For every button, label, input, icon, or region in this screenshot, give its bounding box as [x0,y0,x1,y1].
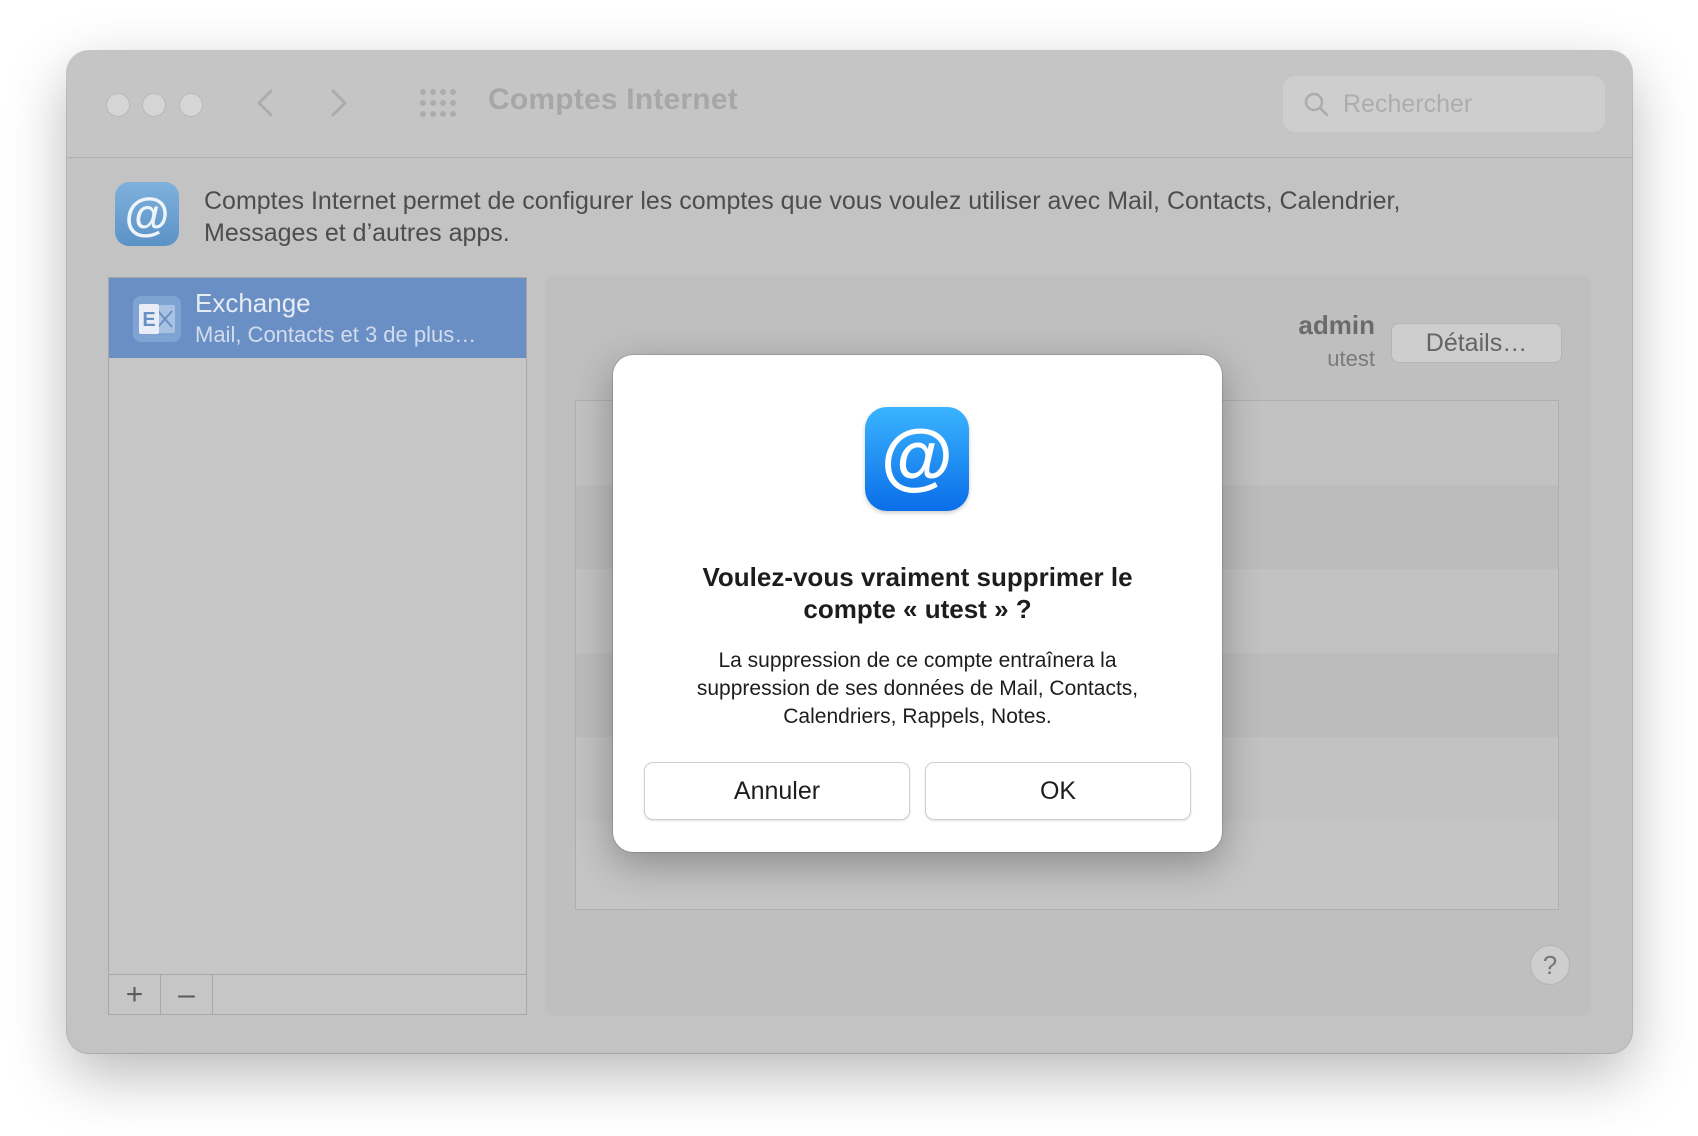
window-title: Comptes Internet [488,83,738,116]
minimize-window-button[interactable] [142,93,166,117]
magnifier-icon [1304,92,1329,117]
search-input[interactable] [1343,86,1593,122]
description-line: Messages et d’autres apps. [204,219,510,247]
account-subtitle: Mail, Contacts et 3 de plus… [195,322,477,347]
dialog-message-line: La suppression de ce compte entraînera l… [718,649,1117,672]
pane-description: Comptes Internet permet de configurer le… [204,185,1534,249]
at-sign-icon: @ [115,182,179,246]
title-bar: Comptes Internet [67,51,1632,158]
details-button[interactable]: Détails… [1391,323,1562,363]
delete-account-dialog: @ Voulez-vous vraiment supprimer le comp… [613,355,1222,852]
sidebar-footer: + – [109,974,526,1014]
dialog-title: Voulez-vous vraiment supprimer le compte… [653,561,1182,625]
accounts-sidebar: E Exchange Mail, Contacts et 3 de plus… … [108,277,527,1015]
close-window-button[interactable] [106,93,130,117]
description-line: Comptes Internet permet de configurer le… [204,187,1401,215]
at-symbol-glyph: @ [881,419,953,497]
zoom-window-button[interactable] [179,93,203,117]
svg-text:E: E [142,309,155,331]
account-user-name: admin [1298,310,1375,340]
ok-button[interactable]: OK [925,762,1191,820]
help-button[interactable]: ? [1530,945,1570,985]
cancel-button[interactable]: Annuler [644,762,910,820]
exchange-icon: E [133,296,181,342]
add-account-button[interactable]: + [109,975,161,1014]
remove-account-button[interactable]: – [161,975,213,1014]
forward-arrow-icon[interactable] [319,81,359,125]
account-user-subtitle: utest [1327,346,1375,371]
show-all-grid-icon[interactable] [419,88,457,118]
back-arrow-icon[interactable] [245,81,285,125]
dialog-message: La suppression de ce compte entraînera l… [653,647,1182,731]
search-field[interactable] [1283,76,1605,132]
dialog-title-line: compte « utest » ? [803,594,1032,624]
dialog-message-line: suppression de ses données de Mail, Cont… [696,677,1139,700]
at-sign-icon: @ [865,407,969,511]
account-name: Exchange [195,288,311,318]
svg-text:@: @ [881,419,953,497]
system-preferences-window: Comptes Internet @ Comptes Internet perm… [67,51,1632,1053]
sidebar-item-exchange[interactable]: E Exchange Mail, Contacts et 3 de plus… [109,278,526,358]
dialog-title-line: Voulez-vous vraiment supprimer le [702,562,1133,592]
dialog-message-line: Calendriers, Rappels, Notes. [783,705,1052,728]
